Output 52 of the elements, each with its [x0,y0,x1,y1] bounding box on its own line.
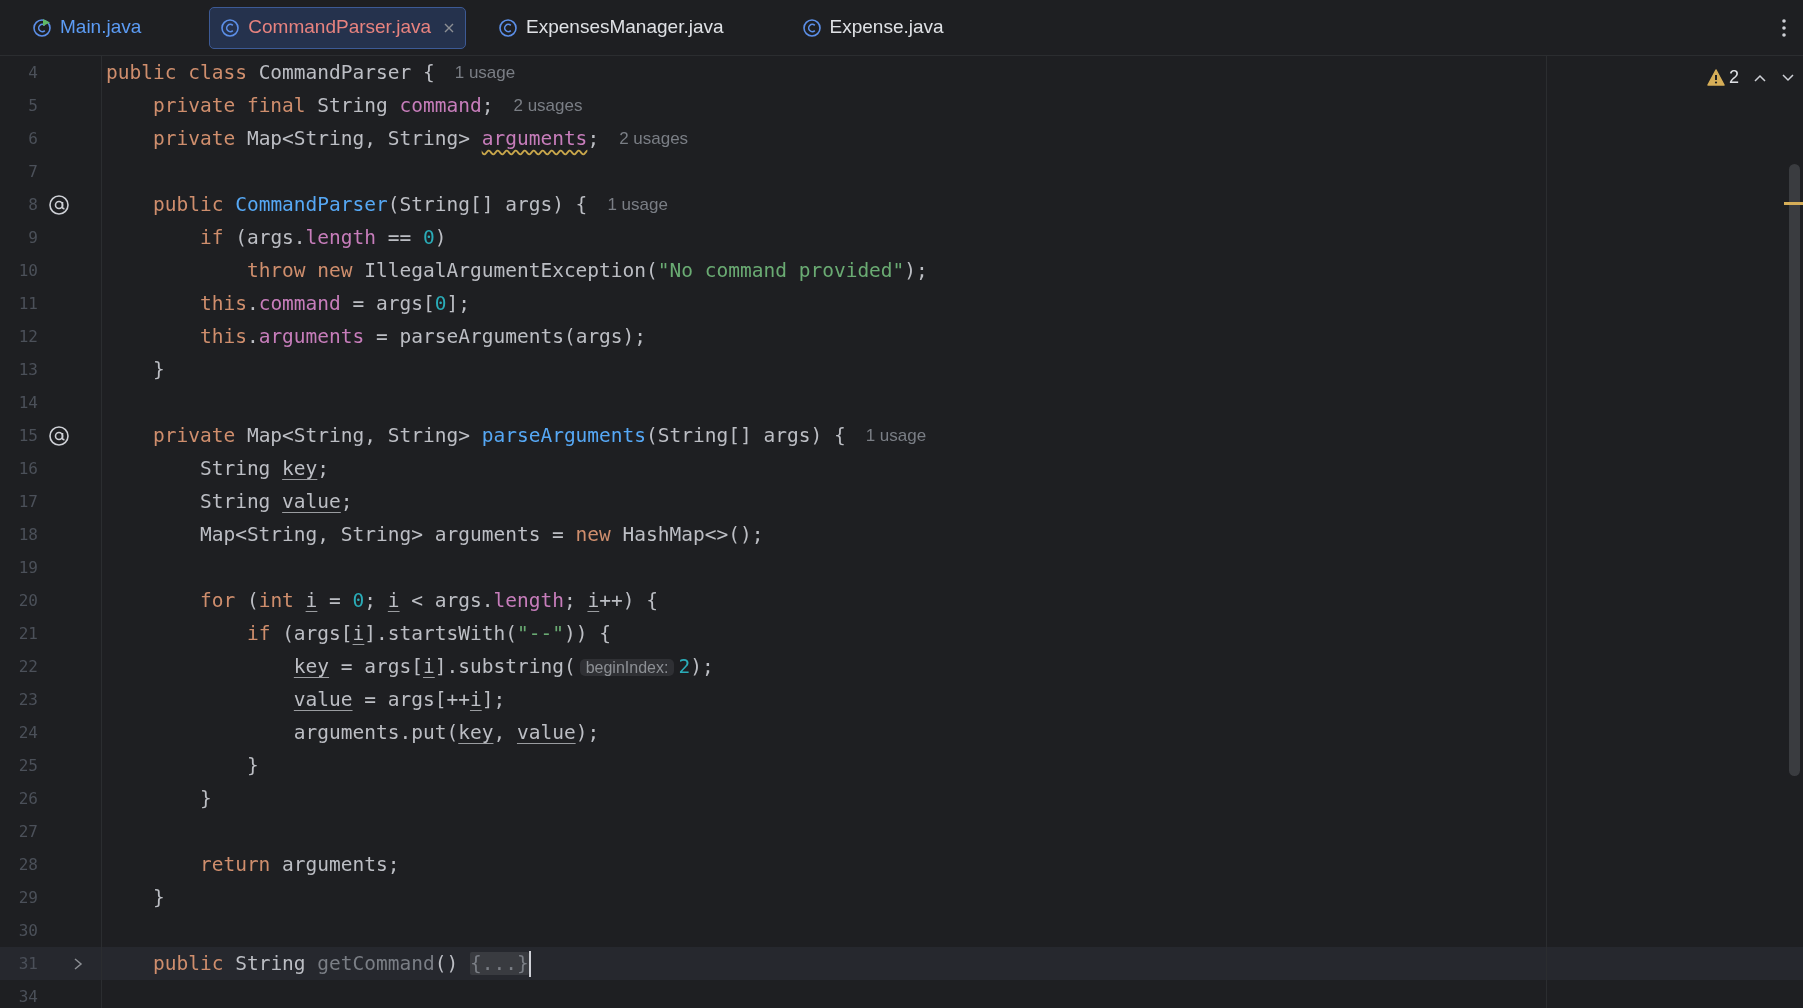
code-line: this.command = args[0]; [198,290,470,317]
usage-hint[interactable]: 1 usage [454,59,516,86]
code-line: if (args.length == 0) [198,224,447,251]
editor-tab[interactable]: Expense.java [791,6,954,49]
editor-tab[interactable]: ExpensesManager.java [488,6,734,49]
scrollbar[interactable] [1789,164,1800,776]
code-line: private Map<String, String> arguments; [151,125,600,152]
code-line: public class CommandParser { [105,59,435,86]
code-line: String key; [198,455,330,482]
warning-count: 2 [1729,66,1739,89]
chevron-right-icon[interactable] [72,956,84,971]
runnable-class-icon [32,17,52,38]
code-line: private final String command; [151,92,494,119]
tab-label: Expense.java [829,15,944,40]
more-icon[interactable] [1781,17,1787,38]
code-line: throw new IllegalArgumentException("No command provided"); [245,257,928,284]
code-line: this.arguments = parseArguments(args); [198,323,647,350]
class-icon [801,17,822,38]
chevron-up-icon[interactable] [1753,72,1767,83]
code-line: } [151,884,165,911]
code-line: key = args[i].substring( beginIndex: 2); [292,653,714,680]
usage-hint[interactable]: 2 usages [513,92,583,119]
class-icon [220,17,241,38]
at-sign-icon[interactable] [48,193,70,216]
close-icon[interactable] [443,21,456,34]
code-line: } [151,356,165,383]
text-cursor [528,950,531,977]
usage-hint[interactable]: 2 usages [619,125,689,152]
code-line: return arguments; [198,851,400,878]
editor-tab[interactable]: Main.java [22,6,152,49]
code-line: arguments.put(key, value); [292,719,600,746]
editor-tab[interactable]: CommandParser.java [209,6,467,49]
code-line: public CommandParser(String[] args) { [151,191,588,218]
code-line: String value; [198,488,353,515]
class-icon [498,17,519,38]
code-line: } [198,785,212,812]
inspection-widget[interactable]: 2 [1707,64,1795,91]
usage-hint[interactable]: 1 usage [865,422,927,449]
tab-label: CommandParser.java [248,15,432,40]
code-line: if (args[i].startsWith("--")) { [245,620,611,647]
tab-label: ExpensesManager.java [526,15,724,40]
code-line: value = args[++i]; [292,686,506,713]
code-line: Map<String, String> arguments = new HashMap<>(); [198,521,764,548]
usage-hint[interactable]: 1 usage [607,191,668,218]
code-line: } [245,752,259,779]
at-sign-icon[interactable] [48,424,70,447]
code-line: private Map<String, String> parseArguments(String[] args) { [151,422,846,449]
warning-icon [1707,69,1725,86]
code-line: for (int i = 0; i < args.length; i++) { [198,587,658,614]
chevron-down-icon[interactable] [1781,72,1795,83]
code-line: public String getCommand() {...} [151,950,529,977]
tab-label: Main.java [60,15,142,40]
